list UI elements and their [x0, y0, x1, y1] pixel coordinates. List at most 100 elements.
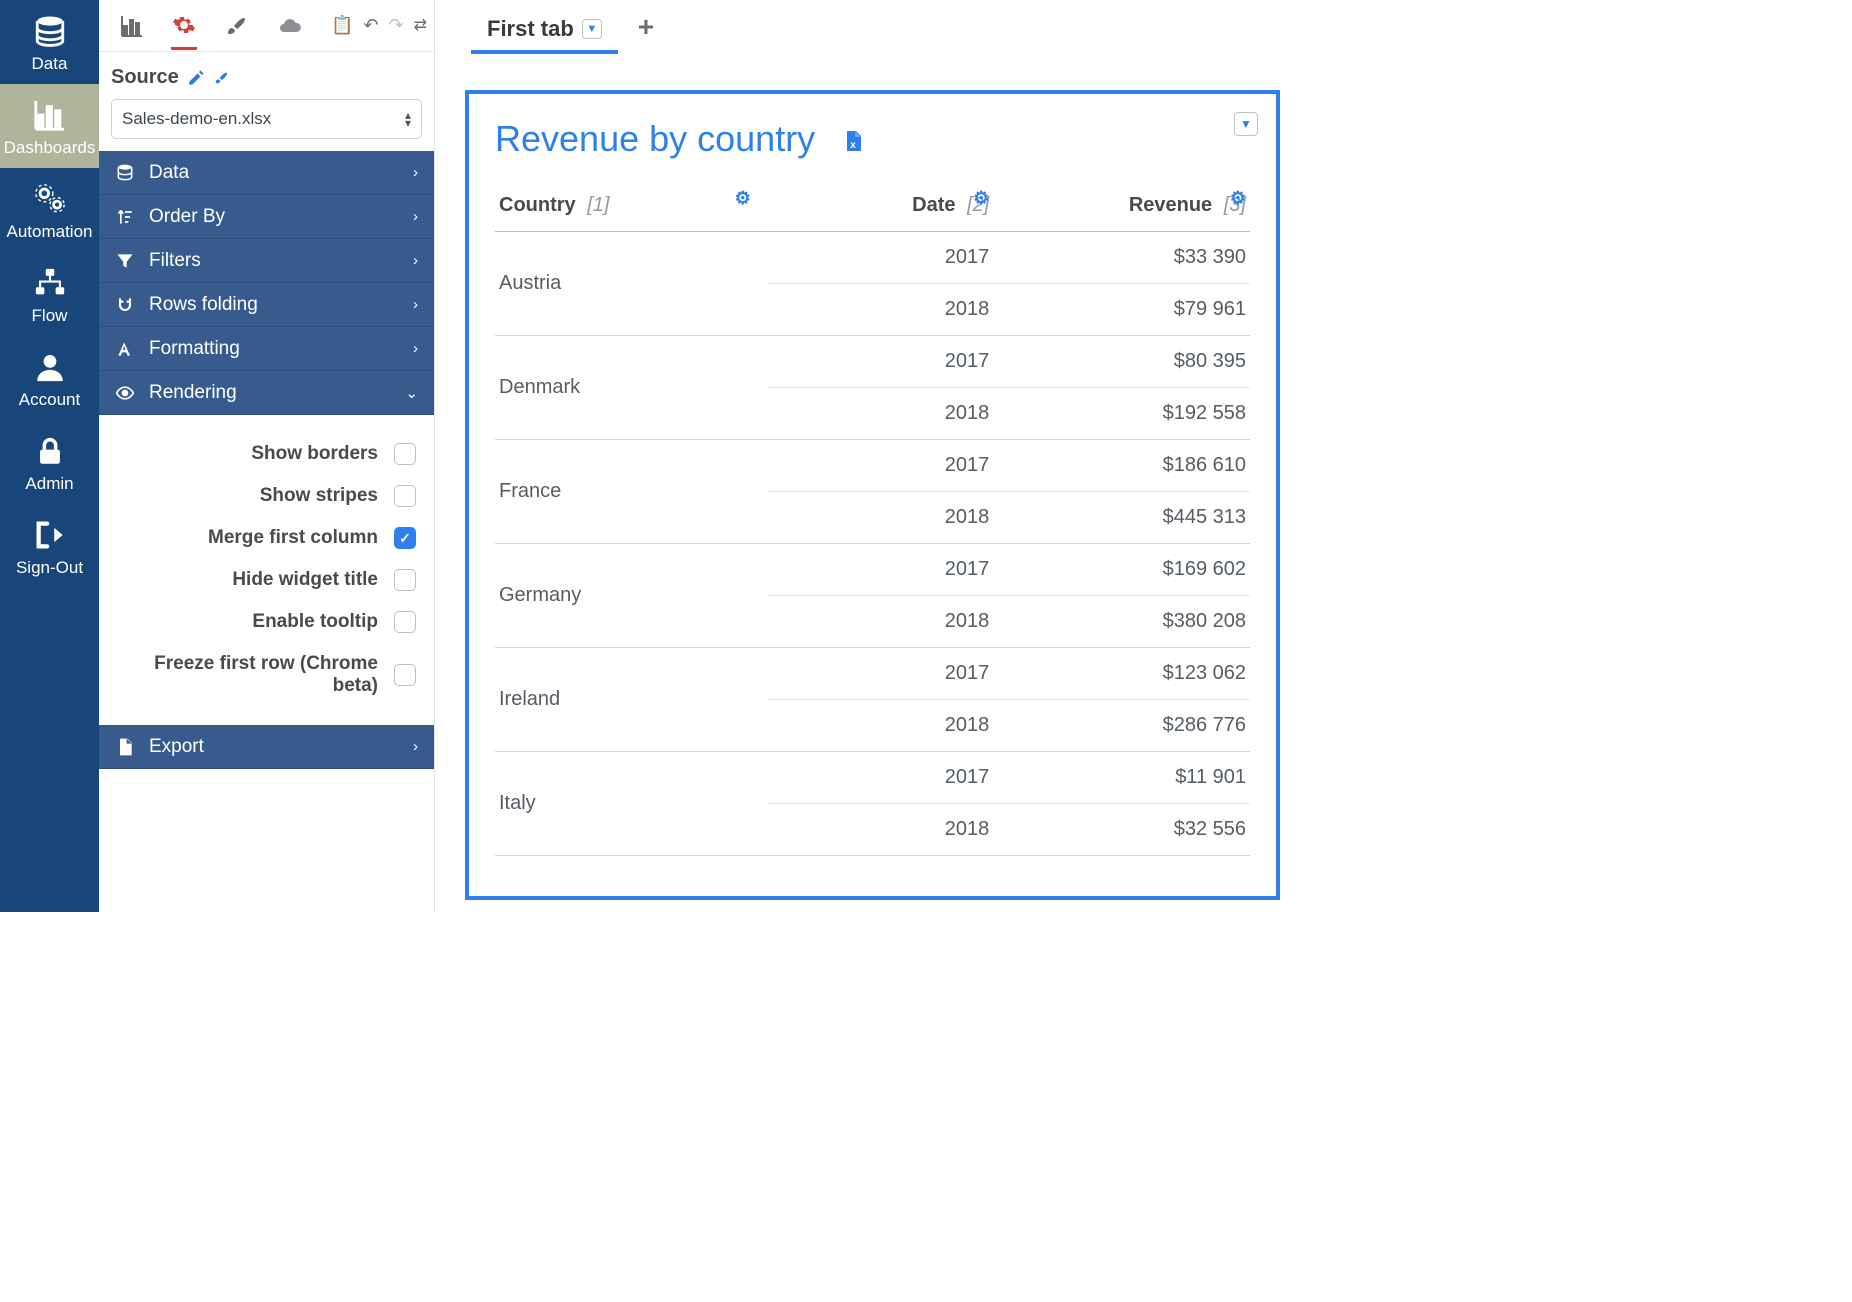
tab-dropdown-icon[interactable]: ▼ — [582, 19, 602, 39]
database-icon — [31, 14, 69, 48]
edit-icon[interactable] — [187, 66, 205, 89]
signout-icon — [31, 518, 69, 552]
nav-item-flow[interactable]: Flow — [0, 252, 99, 336]
chart-type-icon[interactable] — [119, 14, 145, 38]
gear-icon[interactable]: ⚙ — [735, 188, 751, 209]
cell-revenue: $33 390 — [993, 232, 1250, 284]
cell-date: 2017 — [767, 336, 994, 388]
database-icon — [115, 163, 135, 183]
widget-title: Revenue by country x — [495, 118, 1250, 160]
cell-revenue: $32 556 — [993, 804, 1250, 856]
checkbox[interactable] — [394, 664, 416, 686]
flow-icon — [31, 266, 69, 300]
nav-item-signout[interactable]: Sign-Out — [0, 504, 99, 588]
chevron-right-icon: › — [413, 296, 418, 313]
section-filters[interactable]: Filters › — [99, 239, 434, 283]
nav-item-automation[interactable]: Automation — [0, 168, 99, 252]
cell-date: 2017 — [767, 752, 994, 804]
swap-icon[interactable]: ⇄ — [414, 15, 427, 36]
table-row: France2017$186 610 — [495, 440, 1250, 492]
section-export[interactable]: Export › — [99, 725, 434, 769]
cell-date: 2018 — [767, 804, 994, 856]
settings-gear-icon[interactable] — [171, 13, 197, 50]
checkbox[interactable] — [394, 443, 416, 465]
cell-date: 2018 — [767, 284, 994, 336]
lock-icon — [31, 434, 69, 468]
chevron-down-icon: ⌄ — [405, 384, 418, 402]
nav-item-admin[interactable]: Admin — [0, 420, 99, 504]
section-rowsfolding[interactable]: Rows folding › — [99, 283, 434, 327]
th-date: Date [2] ⚙ — [767, 186, 994, 232]
tab-strip: First tab ▼ + — [435, 0, 1302, 54]
checkbox[interactable]: ✓ — [394, 527, 416, 549]
gear-icon[interactable]: ⚙ — [973, 188, 989, 209]
cell-date: 2017 — [767, 648, 994, 700]
section-data[interactable]: Data › — [99, 151, 434, 195]
file-icon — [115, 737, 135, 757]
nav-item-dashboards[interactable]: Dashboards — [0, 84, 99, 168]
cell-date: 2017 — [767, 544, 994, 596]
cell-date: 2018 — [767, 700, 994, 752]
nav-label: Sign-Out — [16, 558, 83, 577]
chevron-right-icon: › — [413, 164, 418, 181]
cell-date: 2017 — [767, 440, 994, 492]
table-row: Ireland2017$123 062 — [495, 648, 1250, 700]
section-orderby[interactable]: Order By › — [99, 195, 434, 239]
nav-item-data[interactable]: Data — [0, 0, 99, 84]
brush-small-icon[interactable] — [213, 66, 229, 89]
nav-label: Flow — [32, 306, 68, 325]
gears-icon — [31, 182, 69, 216]
font-icon — [115, 339, 135, 359]
source-label: Source — [111, 66, 422, 89]
cell-revenue: $169 602 — [993, 544, 1250, 596]
checkbox[interactable] — [394, 569, 416, 591]
sort-icon — [115, 207, 135, 227]
panel-toolbar: 📋 ↶ ↷ ⇄ — [99, 0, 434, 52]
settings-panel: 📋 ↶ ↷ ⇄ Source Sales-demo-en.xlsx ▴▾ Dat… — [99, 0, 435, 912]
th-revenue: Revenue [3] ⚙ — [993, 186, 1250, 232]
chevron-right-icon: › — [413, 738, 418, 755]
excel-file-icon[interactable]: x — [841, 118, 865, 160]
svg-text:x: x — [850, 140, 856, 151]
table-row: Germany2017$169 602 — [495, 544, 1250, 596]
tab-first[interactable]: First tab ▼ — [471, 8, 618, 54]
table-widget: ▼ Revenue by country x Country [1] ⚙ Dat… — [465, 90, 1280, 900]
user-icon — [31, 350, 69, 384]
cell-revenue: $186 610 — [993, 440, 1250, 492]
nav-label: Dashboards — [4, 138, 96, 157]
cloud-icon[interactable] — [275, 14, 305, 38]
checkbox[interactable] — [394, 485, 416, 507]
funnel-icon — [115, 251, 135, 271]
table-row: Italy2017$11 901 — [495, 752, 1250, 804]
source-block: Source Sales-demo-en.xlsx ▴▾ — [99, 52, 434, 151]
cell-country: Italy — [495, 752, 767, 856]
undo-icon[interactable]: ↶ — [363, 15, 378, 36]
cell-country: Germany — [495, 544, 767, 648]
data-table: Country [1] ⚙ Date [2] ⚙ Revenue [3] ⚙ — [495, 186, 1250, 856]
clipboard-icon[interactable]: 📋 — [331, 15, 353, 36]
opt-freeze-first-row: Freeze first row (Chrome beta) — [99, 643, 416, 707]
nav-item-account[interactable]: Account — [0, 336, 99, 420]
cell-revenue: $286 776 — [993, 700, 1250, 752]
section-formatting[interactable]: Formatting › — [99, 327, 434, 371]
th-country: Country [1] ⚙ — [495, 186, 767, 232]
opt-enable-tooltip: Enable tooltip — [99, 601, 416, 643]
source-select[interactable]: Sales-demo-en.xlsx ▴▾ — [111, 99, 422, 139]
cell-date: 2018 — [767, 388, 994, 440]
nav-label: Data — [32, 54, 68, 73]
add-tab-button[interactable]: + — [638, 11, 654, 43]
gear-icon[interactable]: ⚙ — [1230, 188, 1246, 209]
brush-icon[interactable] — [223, 14, 249, 38]
cell-revenue: $11 901 — [993, 752, 1250, 804]
section-rendering[interactable]: Rendering ⌄ — [99, 371, 434, 415]
cell-date: 2018 — [767, 492, 994, 544]
eye-icon — [115, 383, 135, 403]
cell-date: 2017 — [767, 232, 994, 284]
checkbox[interactable] — [394, 611, 416, 633]
widget-menu-button[interactable]: ▼ — [1234, 112, 1258, 136]
cell-revenue: $192 558 — [993, 388, 1250, 440]
barchart-icon — [31, 98, 69, 132]
opt-merge-first-column: Merge first column ✓ — [99, 517, 416, 559]
cell-revenue: $380 208 — [993, 596, 1250, 648]
redo-icon[interactable]: ↷ — [389, 15, 404, 36]
